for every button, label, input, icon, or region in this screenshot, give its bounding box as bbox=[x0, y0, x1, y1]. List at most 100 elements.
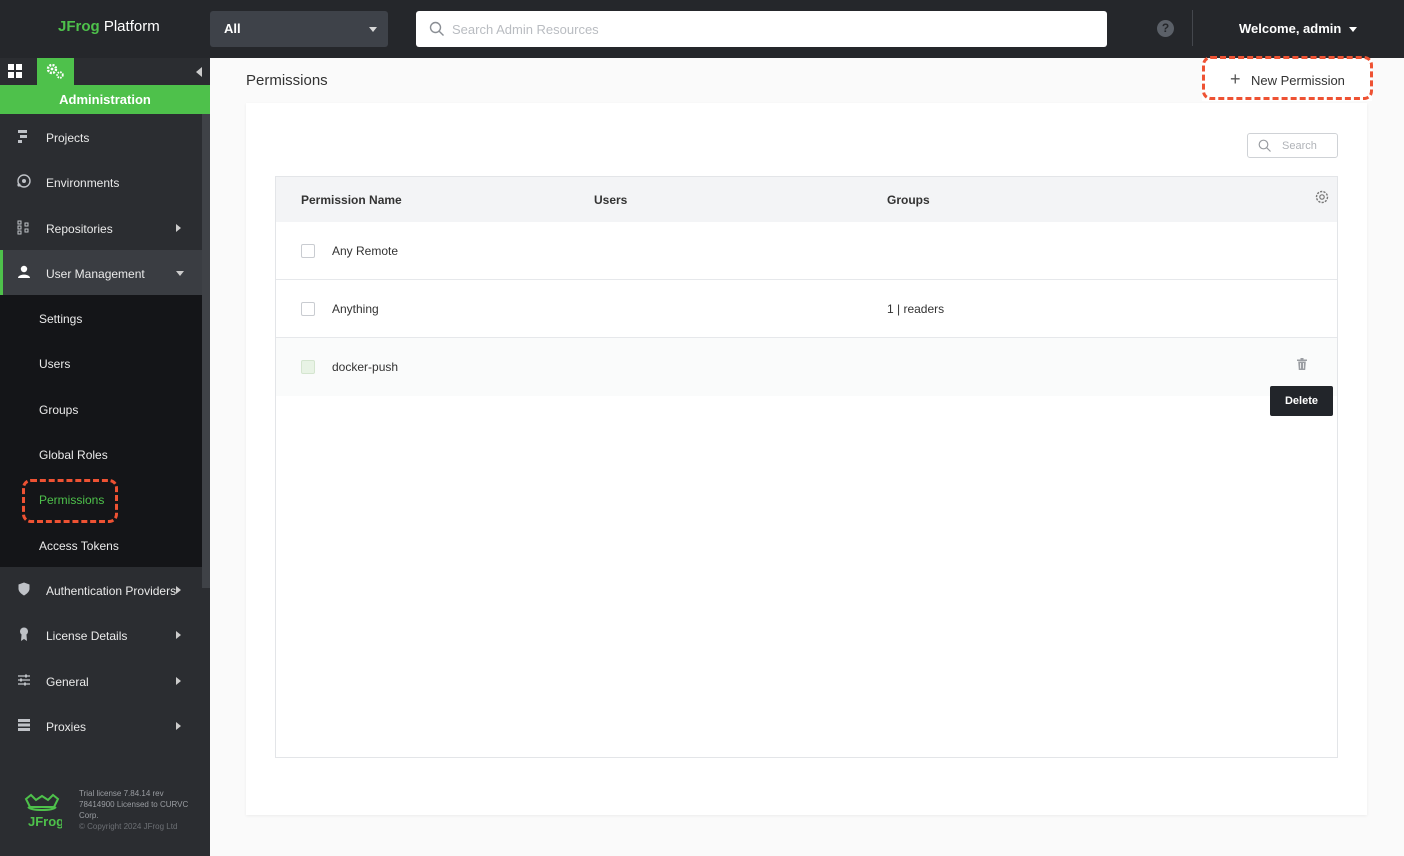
table-search-input[interactable] bbox=[1282, 134, 1336, 157]
license-info: Trial license 7.84.14 rev 78414900 Licen… bbox=[79, 788, 199, 832]
sidebar-item-proxies[interactable]: Proxies bbox=[0, 703, 202, 748]
scope-dropdown[interactable]: All bbox=[210, 11, 388, 47]
logo-product: Platform bbox=[103, 18, 160, 35]
sidebar-item-license-details[interactable]: License Details bbox=[0, 612, 202, 657]
permissions-table: Permission Name Users Groups Any Remote … bbox=[275, 176, 1338, 758]
sidebar-section-title: Administration bbox=[0, 85, 210, 114]
projects-icon bbox=[18, 130, 27, 143]
permission-name[interactable]: Any Remote bbox=[332, 244, 398, 258]
table-row[interactable]: Anything 1 | readers bbox=[276, 280, 1337, 338]
sidebar-item-general[interactable]: General bbox=[0, 658, 202, 703]
permission-name[interactable]: docker-push bbox=[332, 360, 398, 374]
collapse-sidebar-icon[interactable] bbox=[196, 67, 202, 77]
search-icon bbox=[429, 21, 444, 36]
plus-icon: + bbox=[1230, 69, 1241, 89]
footer-logo-text: JFrog bbox=[28, 814, 62, 829]
admin-search-input[interactable] bbox=[452, 11, 1092, 47]
sidebar-subitem-settings[interactable]: Settings bbox=[0, 295, 202, 340]
chevron-down-icon[interactable] bbox=[1349, 27, 1357, 32]
environments-icon bbox=[17, 174, 31, 188]
chevron-right-icon bbox=[176, 721, 181, 730]
permissions-card: Permission Name Users Groups Any Remote … bbox=[246, 103, 1367, 815]
sidebar-nav: Projects Environments Repositories User … bbox=[0, 114, 202, 748]
license-line: Trial license 7.84.14 rev bbox=[79, 789, 164, 798]
shield-icon bbox=[18, 582, 30, 596]
chevron-down-icon bbox=[369, 27, 377, 32]
user-management-submenu: Settings Users Groups Global Roles Permi… bbox=[0, 295, 202, 567]
search-icon bbox=[1258, 139, 1271, 152]
sidebar-subitem-groups[interactable]: Groups bbox=[0, 386, 202, 431]
license-line: Corp. bbox=[79, 811, 99, 820]
sidebar-scrollbar[interactable] bbox=[202, 114, 210, 588]
topbar-divider bbox=[1192, 10, 1193, 46]
sidebar-item-authentication-providers[interactable]: Authentication Providers bbox=[0, 567, 202, 612]
column-header-permission-name[interactable]: Permission Name bbox=[301, 193, 402, 207]
chevron-right-icon bbox=[176, 585, 181, 594]
table-row[interactable]: Any Remote bbox=[276, 222, 1337, 280]
chevron-right-icon bbox=[176, 631, 181, 640]
sidebar-item-label: Projects bbox=[46, 131, 90, 145]
sliders-icon bbox=[18, 674, 30, 686]
page-title: Permissions bbox=[246, 72, 328, 89]
user-icon bbox=[18, 265, 30, 278]
repositories-icon bbox=[17, 220, 29, 235]
logo-brand: JFrog bbox=[58, 18, 100, 35]
permission-name[interactable]: Anything bbox=[332, 302, 379, 316]
column-header-users[interactable]: Users bbox=[594, 193, 627, 207]
chevron-right-icon bbox=[176, 676, 181, 685]
sidebar-subitem-label: Global Roles bbox=[39, 448, 108, 463]
permission-groups: 1 | readers bbox=[887, 302, 945, 316]
sidebar-item-label: Proxies bbox=[46, 719, 87, 734]
jfrog-platform-logo[interactable]: JFrog Platform bbox=[58, 18, 160, 35]
sidebar-item-label: License Details bbox=[46, 629, 128, 644]
new-permission-label: New Permission bbox=[1251, 73, 1345, 88]
sidebar-subitem-access-tokens[interactable]: Access Tokens bbox=[0, 522, 202, 567]
chevron-down-icon bbox=[176, 270, 184, 276]
jfrog-frog-logo: JFrog bbox=[24, 793, 62, 829]
admin-gears-icon[interactable] bbox=[37, 58, 74, 85]
sidebar-subitem-global-roles[interactable]: Global Roles bbox=[0, 431, 202, 476]
sidebar-item-label: Repositories bbox=[46, 221, 113, 236]
sidebar-item-user-management[interactable]: User Management bbox=[0, 249, 202, 296]
row-checkbox[interactable] bbox=[301, 302, 315, 316]
server-icon bbox=[18, 718, 30, 731]
sidebar-item-label: User Management bbox=[46, 266, 145, 281]
sidebar-subitem-label: Permissions bbox=[39, 493, 105, 508]
user-menu[interactable]: Welcome, admin bbox=[1239, 21, 1341, 36]
mode-switcher bbox=[0, 58, 210, 85]
chevron-right-icon bbox=[176, 223, 181, 232]
sidebar-subitem-label: Access Tokens bbox=[39, 538, 119, 553]
table-header: Permission Name Users Groups bbox=[276, 177, 1337, 222]
main-content: Permissions + New Permission Permission … bbox=[210, 58, 1404, 856]
sidebar-item-projects[interactable]: Projects bbox=[0, 114, 202, 159]
gear-icon[interactable] bbox=[1314, 189, 1330, 205]
row-checkbox[interactable] bbox=[301, 360, 315, 374]
help-icon[interactable]: ? bbox=[1157, 20, 1174, 37]
sidebar-subitem-label: Users bbox=[39, 357, 71, 372]
sidebar-item-repositories[interactable]: Repositories bbox=[0, 205, 202, 250]
sidebar: Administration Projects Environments Rep… bbox=[0, 58, 210, 856]
license-line: 78414900 Licensed to CURVC bbox=[79, 800, 189, 809]
sidebar-item-label: General bbox=[46, 674, 89, 689]
gears-icon bbox=[46, 63, 64, 79]
sidebar-item-label: Authentication Providers bbox=[46, 583, 177, 598]
sidebar-subitem-permissions[interactable]: Permissions bbox=[0, 476, 202, 521]
admin-search-box[interactable] bbox=[416, 11, 1107, 47]
copyright-text: © Copyright 2024 JFrog Ltd bbox=[79, 822, 178, 831]
top-bar: JFrog Platform All ? Welcome, admin bbox=[0, 0, 1404, 58]
sidebar-subitem-label: Settings bbox=[39, 312, 83, 327]
delete-tooltip: Delete bbox=[1270, 386, 1333, 416]
table-row[interactable]: docker-push bbox=[276, 338, 1337, 396]
scope-selected-value: All bbox=[224, 21, 241, 36]
sidebar-subitem-users[interactable]: Users bbox=[0, 340, 202, 385]
table-search-box[interactable] bbox=[1247, 133, 1338, 158]
sidebar-item-label: Environments bbox=[46, 176, 120, 191]
trash-icon[interactable] bbox=[1297, 358, 1307, 370]
column-header-groups[interactable]: Groups bbox=[887, 193, 930, 207]
apps-grid-icon[interactable] bbox=[8, 64, 22, 78]
sidebar-subitem-label: Groups bbox=[39, 402, 79, 417]
new-permission-button[interactable]: + New Permission bbox=[1202, 59, 1372, 101]
row-checkbox[interactable] bbox=[301, 244, 315, 258]
sidebar-item-environments[interactable]: Environments bbox=[0, 159, 202, 204]
badge-icon bbox=[20, 627, 28, 642]
